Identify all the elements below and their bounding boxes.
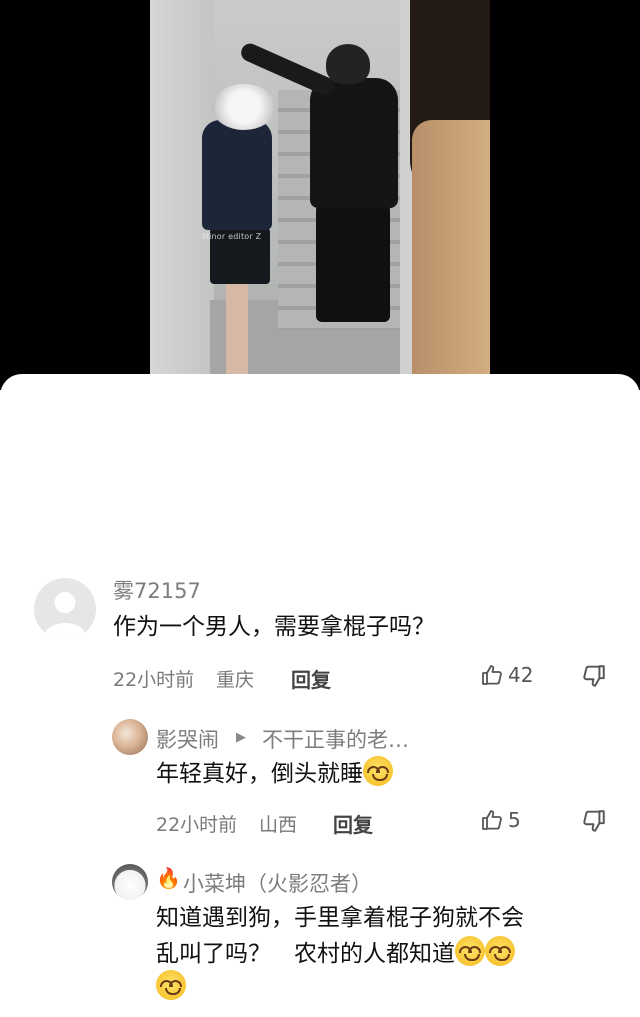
person-black-legs [316, 204, 390, 322]
reply-button[interactable]: 回复 [291, 664, 331, 693]
person-coat-body [412, 120, 490, 376]
reply-username[interactable]: 小菜坤（火影忍者） [183, 868, 372, 898]
thumbs-up-icon [482, 665, 502, 685]
person-navy-leg [226, 282, 248, 376]
thumbs-up-icon [482, 810, 502, 830]
thumbs-down-icon[interactable] [581, 663, 607, 689]
reply-text-content: 乱叫了吗？ 农村的人都知道 [156, 941, 455, 967]
reply-time: 22小时前 [156, 814, 238, 836]
like-count: 42 [508, 663, 534, 687]
person-black-head [326, 44, 370, 84]
reply-text-line2: 乱叫了吗？ 农村的人都知道 [156, 936, 515, 972]
comment-time: 22小时前 [113, 669, 195, 691]
comment-location: 重庆 [216, 669, 255, 691]
thumbs-down-icon[interactable] [581, 808, 607, 834]
grinning-face-emoji [455, 936, 485, 966]
video-player[interactable]: Minor editor Z [0, 0, 640, 390]
grinning-face-emoji [485, 936, 515, 966]
reply-text-line1: 知道遇到狗，手里拿着棍子狗就不会 [156, 905, 524, 931]
reply-button[interactable]: 回复 [333, 809, 373, 838]
video-watermark: Minor editor Z [202, 232, 262, 241]
like-button[interactable]: 5 [480, 808, 521, 832]
person-black-body [310, 78, 398, 208]
comment-text: 作为一个男人，需要拿棍子吗？ [113, 614, 435, 640]
like-button[interactable]: 42 [480, 663, 533, 687]
grinning-face-emoji [363, 756, 393, 786]
play-triangle-icon: ▶ [236, 730, 246, 745]
person-navy-body [202, 120, 272, 230]
like-count: 5 [508, 808, 521, 832]
comment-username[interactable]: 雾72157 [113, 575, 201, 605]
avatar[interactable] [34, 578, 96, 640]
avatar[interactable] [112, 719, 148, 755]
reply-text: 年轻真好，倒头就睡 [156, 756, 393, 792]
reply-username[interactable]: 影哭闹 [156, 724, 219, 754]
reply-location: 山西 [259, 814, 298, 836]
video-frame[interactable]: Minor editor Z [150, 0, 490, 376]
reply-text-line3 [156, 970, 186, 1006]
blurred-face [212, 84, 276, 130]
reply-to-username[interactable]: 不干正事的老… [262, 724, 409, 754]
grinning-face-emoji [156, 970, 186, 1000]
reply-text-content: 年轻真好，倒头就睡 [156, 761, 363, 787]
avatar[interactable] [112, 864, 148, 900]
fire-icon: 🔥 [156, 866, 181, 890]
